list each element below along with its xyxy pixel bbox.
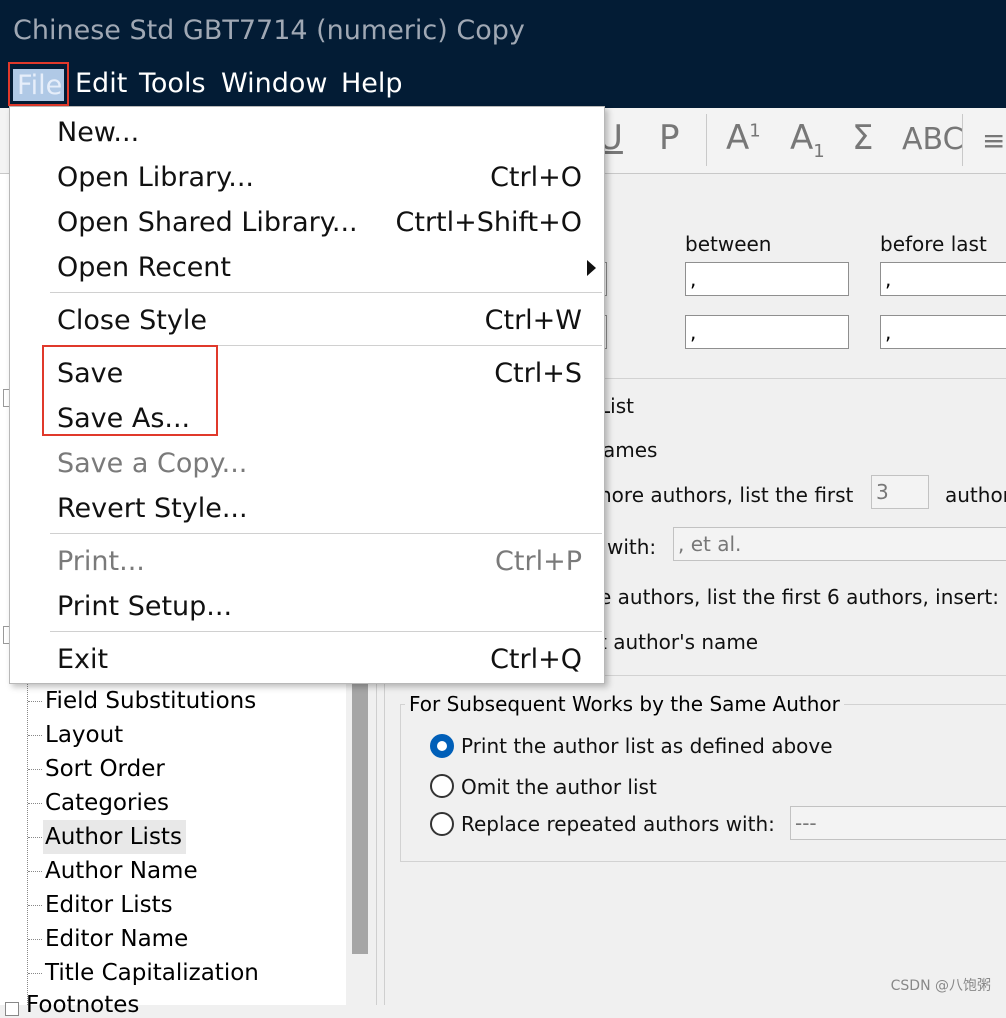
superscript-mark: 1 [749, 120, 761, 142]
between-field-row1[interactable]: , [685, 262, 849, 296]
tree-guide-tick [28, 837, 42, 838]
radio-print-author-list[interactable] [430, 734, 454, 758]
column-label-before-last: before last [880, 232, 987, 256]
menu-item-open-library[interactable]: Open Library... Ctrl+O [10, 155, 604, 200]
subscript-button[interactable]: A1 [790, 118, 825, 162]
menu-file[interactable]: File [8, 62, 69, 106]
before-last-field-row2[interactable]: , [880, 315, 1006, 349]
tree-item-editor-lists[interactable]: Editor Lists [45, 888, 173, 922]
menu-item-shortcut: Ctrl+P [495, 546, 582, 577]
menu-item-shortcut: Ctrl+O [490, 162, 582, 193]
radio-replace-repeated[interactable] [430, 812, 454, 836]
superscript-button[interactable]: A1 [726, 118, 761, 158]
author-label-partial: author [945, 483, 1006, 507]
menu-item-label: Print Setup... [57, 591, 233, 622]
menu-tools[interactable]: Tools [139, 64, 206, 104]
plain-button[interactable]: P [659, 118, 680, 158]
tree-guide-tick [28, 905, 42, 906]
tree-item-sort-order[interactable]: Sort Order [45, 752, 165, 786]
names-option-label: ames [603, 438, 658, 462]
menu-window[interactable]: Window [221, 64, 327, 104]
sigma-button[interactable]: Σ [852, 118, 873, 158]
menu-separator [50, 292, 602, 293]
save-highlight-box [42, 345, 218, 436]
tree-guide-tick [28, 701, 42, 702]
menu-item-open-shared-library[interactable]: Open Shared Library... Ctrtl+Shift+O [10, 200, 604, 245]
tree-guide-line [27, 644, 28, 1005]
toolbar-separator [962, 114, 963, 166]
tree-guide-tick [28, 939, 42, 940]
tree-guide-tick [28, 769, 42, 770]
tree-item-title-capitalization[interactable]: Title Capitalization [45, 956, 259, 990]
menu-item-close-style[interactable]: Close Style Ctrl+W [10, 298, 604, 343]
subsequent-works-label: For Subsequent Works by the Same Author [405, 692, 844, 716]
menu-item-shortcut: Ctrl+W [484, 305, 582, 336]
tree-item-author-lists[interactable]: Author Lists [43, 820, 186, 854]
tree-guide-tick [28, 973, 42, 974]
more-authors-label: nore authors, list the first [599, 483, 854, 507]
menu-item-label: New... [57, 117, 140, 148]
menu-edit[interactable]: Edit [75, 64, 127, 104]
menu-item-label: Open Recent [57, 252, 232, 283]
menu-item-exit[interactable]: Exit Ctrl+Q [10, 637, 604, 682]
radio-label-replace-repeated: Replace repeated authors with: [461, 812, 775, 836]
six-authors-label: e authors, list the first 6 authors, ins… [599, 585, 999, 609]
menu-item-label: Open Shared Library... [57, 207, 358, 238]
tree-guide-tick [28, 871, 42, 872]
menu-item-label: Open Library... [57, 162, 255, 193]
radio-label-omit-author-list: Omit the author list [461, 775, 657, 799]
menu-item-shortcut: Ctrl+S [494, 358, 582, 389]
menu-item-print-setup[interactable]: Print Setup... [10, 584, 604, 629]
radio-omit-author-list[interactable] [430, 774, 454, 798]
toolbar-separator [706, 114, 707, 166]
menu-item-label: Print... [57, 546, 145, 577]
tree-item-footnotes[interactable]: Footnotes [26, 992, 139, 1018]
tree-item-field-substitutions[interactable]: Field Substitutions [45, 684, 256, 718]
with-label: with: [607, 535, 657, 559]
menu-item-label: Revert Style... [57, 493, 248, 524]
menu-file-label: File [17, 70, 63, 101]
subscript-mark: 1 [813, 140, 825, 162]
tree-item-author-name[interactable]: Author Name [45, 854, 198, 888]
menu-bar: File Edit Tools Window Help [0, 62, 1006, 108]
et-al-field[interactable]: , et al. [673, 527, 1006, 561]
menu-item-shortcut: Ctrtl+Shift+O [395, 207, 583, 238]
tree-item-categories[interactable]: Categories [45, 786, 169, 820]
column-label-between: between [685, 232, 772, 256]
file-menu-dropdown: New... Open Library... Ctrl+O Open Share… [9, 106, 605, 684]
watermark-text: CSDN @八饱粥 [890, 978, 991, 994]
menu-separator [50, 631, 602, 632]
small-caps-button[interactable]: ABC [902, 122, 964, 157]
between-field-row2[interactable]: , [685, 315, 849, 349]
menu-item-save-a-copy[interactable]: Save a Copy... [10, 441, 604, 486]
tree-item-layout[interactable]: Layout [45, 718, 123, 752]
menu-item-label: Save a Copy... [57, 448, 248, 479]
menu-item-open-recent[interactable]: Open Recent [10, 245, 604, 290]
align-icon[interactable]: ≡ [982, 124, 1005, 157]
superscript-a: A [726, 118, 750, 158]
tree-guide-tick [28, 803, 42, 804]
submenu-arrow-icon [587, 260, 596, 276]
before-last-field-row1[interactable]: , [880, 262, 1006, 296]
menu-item-shortcut: Ctrl+Q [490, 644, 582, 675]
first-author-name-label: t author's name [599, 630, 759, 654]
menu-item-new[interactable]: New... [10, 110, 604, 155]
menu-item-revert-style[interactable]: Revert Style... [10, 486, 604, 531]
tree-item-editor-name[interactable]: Editor Name [45, 922, 188, 956]
menu-item-print[interactable]: Print... Ctrl+P [10, 539, 604, 584]
menu-item-label: Exit [57, 644, 109, 675]
tree-expander-icon[interactable] [5, 1002, 19, 1016]
menu-item-label: Close Style [57, 305, 207, 336]
first-count-field[interactable]: 3 [871, 475, 929, 509]
menu-separator [50, 533, 602, 534]
subscript-a: A [790, 118, 814, 158]
menu-help[interactable]: Help [341, 64, 403, 104]
radio-label-print-author-list: Print the author list as defined above [461, 734, 833, 758]
scrollbar-thumb[interactable] [352, 684, 368, 954]
tree-guide-tick [28, 735, 42, 736]
window-title: Chinese Std GBT7714 (numeric) Copy [13, 15, 525, 46]
replace-repeated-field[interactable]: --- [790, 806, 1006, 840]
